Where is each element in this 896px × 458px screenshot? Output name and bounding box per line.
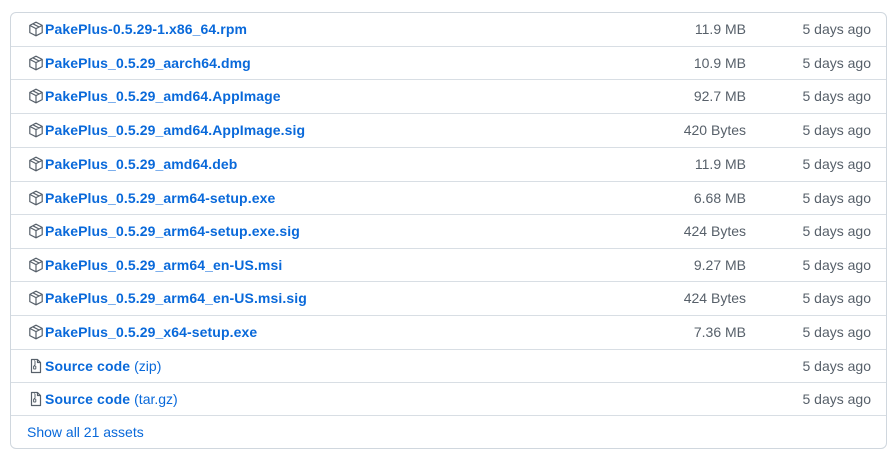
asset-size: 11.9 MB [694,156,746,172]
source-code-label: Source code [45,358,131,374]
package-icon [29,190,43,206]
asset-link[interactable]: PakePlus_0.5.29_x64-setup.exe [28,316,257,348]
source-code-targz-link[interactable]: Source code (tar.gz) [28,383,178,415]
asset-link[interactable]: PakePlus_0.5.29_aarch64.dmg [28,47,251,79]
asset-date: 5 days ago [802,55,872,71]
asset-name: PakePlus_0.5.29_aarch64.dmg [45,55,251,71]
asset-date: 5 days ago [802,190,872,206]
asset-name: PakePlus_0.5.29_arm64-setup.exe.sig [45,223,300,239]
package-icon [29,324,43,340]
asset-row: PakePlus_0.5.29_arm64_en-US.msi.sig 424 … [11,281,886,314]
asset-link[interactable]: PakePlus_0.5.29_arm64-setup.exe [28,182,275,214]
asset-date: 5 days ago [802,391,872,407]
asset-row: PakePlus-0.5.29-1.x86_64.rpm 11.9 MB 5 d… [11,13,886,46]
source-code-label: Source code [45,391,131,407]
asset-name: PakePlus_0.5.29_arm64-setup.exe [45,190,276,206]
file-zip-icon [30,391,42,407]
source-code-row: Source code (zip) 5 days ago [11,349,886,382]
asset-name: PakePlus-0.5.29-1.x86_64.rpm [45,21,248,37]
asset-date: 5 days ago [802,358,872,374]
asset-size: 6.68 MB [693,190,746,206]
asset-size: 424 Bytes [683,223,746,239]
package-icon [29,290,43,306]
asset-name: PakePlus_0.5.29_x64-setup.exe [45,324,258,340]
asset-size: 92.7 MB [693,88,746,104]
asset-date: 5 days ago [802,21,872,37]
asset-row: PakePlus_0.5.29_arm64-setup.exe 6.68 MB … [11,181,886,214]
package-icon [29,122,43,138]
asset-name: PakePlus_0.5.29_amd64.AppImage.sig [45,122,306,138]
package-icon [29,156,43,172]
asset-name: PakePlus_0.5.29_amd64.deb [45,156,238,172]
asset-size: 10.9 MB [693,55,746,71]
asset-date: 5 days ago [802,223,872,239]
asset-size: 9.27 MB [693,257,746,273]
asset-date: 5 days ago [802,324,872,340]
file-zip-icon [30,358,42,374]
release-assets-list: PakePlus-0.5.29-1.x86_64.rpm 11.9 MB 5 d… [10,12,887,449]
package-icon [29,88,43,104]
asset-link[interactable]: PakePlus_0.5.29_arm64_en-US.msi [28,249,282,281]
asset-link[interactable]: PakePlus_0.5.29_amd64.AppImage.sig [28,114,305,146]
asset-size: 7.36 MB [693,324,746,340]
asset-size: 420 Bytes [683,122,746,138]
asset-date: 5 days ago [802,122,872,138]
asset-row: PakePlus_0.5.29_arm64-setup.exe.sig 424 … [11,214,886,247]
asset-date: 5 days ago [802,257,872,273]
asset-row: PakePlus_0.5.29_amd64.AppImage 92.7 MB 5… [11,79,886,112]
asset-link[interactable]: PakePlus_0.5.29_amd64.deb [28,148,237,180]
asset-name: PakePlus_0.5.29_arm64_en-US.msi.sig [45,290,307,306]
asset-link[interactable]: PakePlus_0.5.29_amd64.AppImage [28,80,281,112]
asset-name: PakePlus_0.5.29_amd64.AppImage [45,88,281,104]
package-icon [29,223,43,239]
package-icon [29,55,43,71]
asset-row: PakePlus_0.5.29_x64-setup.exe 7.36 MB 5 … [11,315,886,348]
asset-date: 5 days ago [802,88,872,104]
package-icon [29,21,43,37]
asset-size: 11.9 MB [694,21,746,37]
asset-link[interactable]: PakePlus_0.5.29_arm64_en-US.msi.sig [28,282,307,314]
source-code-row: Source code (tar.gz) 5 days ago [11,382,886,415]
asset-size: 424 Bytes [683,290,746,306]
asset-row: PakePlus_0.5.29_aarch64.dmg 10.9 MB 5 da… [11,46,886,79]
asset-row: PakePlus_0.5.29_amd64.deb 11.9 MB 5 days… [11,147,886,180]
asset-link[interactable]: PakePlus-0.5.29-1.x86_64.rpm [28,13,247,45]
asset-row: PakePlus_0.5.29_arm64_en-US.msi 9.27 MB … [11,248,886,281]
asset-link[interactable]: PakePlus_0.5.29_arm64-setup.exe.sig [28,215,300,247]
show-all-assets-link[interactable]: Show all 21 assets [27,423,144,441]
asset-name: PakePlus_0.5.29_arm64_en-US.msi [45,257,283,273]
asset-date: 5 days ago [802,156,872,172]
source-code-format: (zip) [134,358,162,374]
asset-date: 5 days ago [802,290,872,306]
asset-row: PakePlus_0.5.29_amd64.AppImage.sig 420 B… [11,113,886,146]
source-code-format: (tar.gz) [134,391,178,407]
package-icon [29,257,43,273]
source-code-zip-link[interactable]: Source code (zip) [28,350,161,382]
